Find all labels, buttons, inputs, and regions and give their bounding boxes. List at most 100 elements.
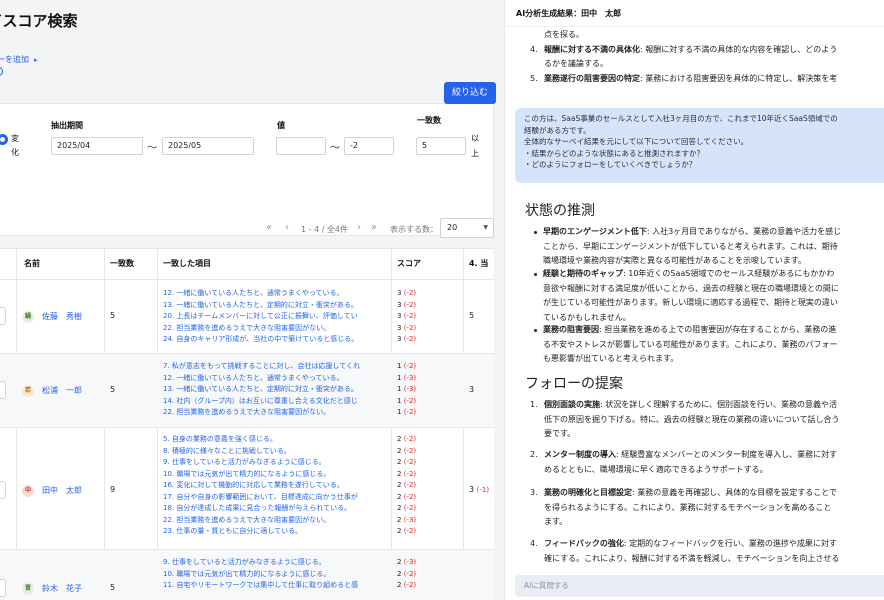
match-count: 5	[110, 385, 116, 394]
score-entry: 2 (-2)	[397, 581, 417, 589]
employee-name[interactable]: 松浦 一郎	[42, 385, 82, 396]
matched-item[interactable]: 13. 一緒に働いている人たちと、定期的に対立・衝突がある。	[163, 300, 389, 312]
ask-ai-input[interactable]: AIに質問する	[515, 575, 884, 597]
chevron-down-icon: ▼	[483, 224, 488, 231]
matched-item[interactable]: 7. 私が意志をもって挑戦することに対し、会社は応援してくれ	[163, 361, 389, 373]
state-bullet: 経験と期待のギャップ: 10年近くのSaaS領域でのセールス経験があるにもかかわ…	[534, 267, 884, 326]
col-header-items[interactable]: 一致した項目	[163, 249, 211, 279]
filter-chip[interactable]	[0, 67, 3, 76]
row-action-button[interactable]	[0, 481, 6, 499]
value-from-input[interactable]	[276, 137, 326, 155]
apply-filter-button[interactable]: 絞り込む	[444, 82, 496, 104]
col-header-name[interactable]: 名前	[24, 249, 40, 279]
matched-item[interactable]: 18. 自分が達成した成果に見合った報酬が与えられている。	[163, 503, 389, 515]
matched-item[interactable]: 14. 社内（グループ内）はお互いに尊重し合える文化だと感じ	[163, 396, 389, 408]
header-divider	[505, 26, 884, 27]
match-count-label: 一致数	[417, 116, 441, 125]
filter-panel: 変化 抽出期間 2025/04 〜 2025/05 値 〜 -2 一致数 5 以…	[0, 103, 494, 236]
match-count: 5	[110, 311, 116, 320]
q4-value: 5	[469, 311, 475, 320]
score-entry: 2 (-2)	[397, 492, 417, 501]
score-entry: 1 (-2)	[397, 362, 417, 370]
score-entry: 2 (-2)	[397, 458, 417, 466]
next-page-icon[interactable]: ›	[357, 222, 361, 233]
matched-item[interactable]: 24. 自身のキャリア形成が、当社の中で築けていると感じる。	[163, 334, 389, 346]
state-heading: 状態の推測	[525, 203, 595, 219]
follow-item: 1. 個別面談の実施: 状況を詳しく理解するために、個別面談を行い、業務の意義や活…	[530, 400, 840, 439]
matched-item[interactable]: 20. 上長はチームメンバーに対して公正に振舞い、評価してい	[163, 311, 389, 323]
matched-item[interactable]: 9. 仕事をしていると活力がみなぎるように感じる。	[163, 557, 389, 569]
score-list: 3 (-2) 3 (-2) 3 (-2) 3 (-2) 3 (-2)	[397, 288, 461, 346]
page-range: 1 - 4 / 全4件	[301, 225, 349, 234]
table-row[interactable]: 若 松浦 一郎 5 7. 私が意志をもって挑戦することに対し、会社は応援してくれ…	[0, 354, 494, 427]
avatar: 鍋	[22, 311, 34, 323]
bubble-line: ・結果からどのような状態にあると推測されますか？	[524, 148, 704, 158]
matched-item[interactable]: 17. 自分や自身の影響範囲において、目標達成に向かう仕事が	[163, 492, 389, 504]
row-action-button[interactable]	[0, 579, 6, 597]
match-count: 5	[110, 583, 116, 592]
per-page-value: 20	[447, 223, 458, 232]
score-entry: 2 (-3)	[397, 558, 417, 566]
ai-panel-title: AI分析生成結果：田中 太郎	[516, 9, 622, 18]
prior-answer-tail: 点を探る。	[544, 30, 584, 39]
bubble-line: 経験がある方です。	[524, 125, 591, 135]
col-header-count[interactable]: 一致数	[110, 249, 134, 279]
row-action-button[interactable]	[0, 381, 6, 399]
follow-heading: フォローの提案	[525, 376, 623, 392]
match-count: 9	[110, 485, 116, 494]
matched-item[interactable]: 8. 積極的に様々なことに挑戦している。	[163, 446, 389, 458]
table-row[interactable]: 鍋 佐藤 秀樹 5 12. 一緒に働いている人たちと、通常うまくやっている。 1…	[0, 280, 494, 353]
matched-items: 7. 私が意志をもって挑戦することに対し、会社は応援してくれ 12. 一緒に働い…	[163, 361, 389, 419]
matched-item[interactable]: 23. 仕事の量・質ともに自分に適している。	[163, 526, 389, 538]
bullet-dot	[534, 329, 537, 332]
change-radio[interactable]	[0, 134, 8, 145]
employee-name[interactable]: 田中 太郎	[42, 485, 82, 496]
follow-item: 4. フィードバックの強化: 定期的なフィードバックを行い、業務の進捗や成果に対す…	[530, 539, 840, 563]
matched-item[interactable]: 22. 担当業務を進めるうえで大きな阻害要因がない。	[163, 515, 389, 527]
match-count-input[interactable]: 5	[416, 137, 466, 155]
period-to-input[interactable]: 2025/05	[162, 137, 254, 155]
matched-item[interactable]: 13. 一緒に働いている人たちと、定期的に対立・衝突がある。	[163, 384, 389, 396]
add-filter-label: ーを追加	[0, 55, 29, 64]
follow-item: 3. 業務の明確化と目標設定: 業務の意義を再確認し、具体的な目標を設定することで…	[530, 488, 837, 527]
col-header-score[interactable]: スコア	[397, 249, 421, 279]
score-entry: 1 (-3)	[397, 373, 417, 382]
score-entry: 2 (-2)	[397, 446, 417, 455]
matched-item[interactable]: 22. 担当業務を進めるうえで大きな阻害要因がない。	[163, 323, 389, 335]
score-list: 1 (-2) 1 (-3) 1 (-3) 1 (-2) 1 (-2)	[397, 361, 461, 419]
first-page-icon[interactable]: «	[266, 222, 272, 233]
row-action-button[interactable]	[0, 307, 6, 325]
employee-name[interactable]: 佐藤 秀樹	[42, 311, 82, 322]
period-from-input[interactable]: 2025/04	[51, 137, 143, 155]
prior-answer-item: 4. 報酬に対する不満の具体化: 報酬に対する不満の具体的な内容を確認し、どのよう	[530, 44, 838, 54]
employee-name[interactable]: 鈴木 花子	[42, 583, 82, 594]
matched-item[interactable]: 5. 自身の業務の意義を強く感じる。	[163, 434, 389, 446]
avatar: 晋	[22, 583, 34, 595]
value-to-input[interactable]: -2	[344, 137, 394, 155]
col-header-q4[interactable]: 4. 当	[469, 249, 488, 279]
score-entry: 2 (-2)	[397, 469, 417, 478]
table-row[interactable]: 晋 鈴木 花子 5 9. 仕事をしていると活力がみなぎるように感じる。 10. …	[0, 550, 494, 600]
prev-page-icon[interactable]: ‹	[285, 222, 289, 233]
score-entry: 1 (-2)	[397, 408, 417, 416]
score-entry: 2 (-2)	[397, 435, 417, 443]
score-entry: 2 (-2)	[397, 527, 417, 535]
matched-item[interactable]: 12. 一緒に働いている人たちと、通常うまくやっている。	[163, 288, 389, 300]
bubble-line: 全体的なサーベイ結果を元にして以下について回答してください。	[524, 137, 749, 146]
results-table: 名前 一致数 一致した項目 スコア 4. 当 鍋 佐藤 秀樹 5 12. 一緒に…	[0, 248, 494, 600]
per-page-select[interactable]: 20 ▼	[440, 218, 494, 238]
matched-item[interactable]: 10. 職場では元気が出て精力的になるように感じる。	[163, 469, 389, 481]
matched-item[interactable]: 16. 変化に対して機動的に対応して業務を遂行している。	[163, 480, 389, 492]
prior-answer-list: 点を探る。 4. 報酬に対する不満の具体化: 報酬に対する不満の具体的な内容を確認…	[530, 28, 884, 87]
last-page-icon[interactable]: »	[371, 222, 377, 233]
matched-item[interactable]: 10. 職場では元気が出て精力的になるように感じる。	[163, 569, 389, 581]
add-filter-link[interactable]: ーを追加 ▸	[0, 54, 38, 65]
matched-item[interactable]: 11. 自宅やリモートワークでは集中して仕事に取り組めると感	[163, 580, 389, 592]
matched-items: 9. 仕事をしていると活力がみなぎるように感じる。 10. 職場では元気が出て精…	[163, 557, 389, 592]
table-row[interactable]: 中 田中 太郎 9 5. 自身の業務の意義を強く感じる。 8. 積極的に様々なこ…	[0, 428, 494, 549]
matched-item[interactable]: 22. 担当業務を進めるうえで大きな阻害要因がない。	[163, 407, 389, 419]
user-question-bubble: この方は、SaaS事業のセールスとして入社3ヶ月目の方で、これまで10年近くSa…	[515, 108, 884, 183]
matched-item[interactable]: 9. 仕事をしていると活力がみなぎるように感じる。	[163, 457, 389, 469]
search-panel: イスコア検索 ーを追加 ▸ 変化 抽出期間 2025/04 〜 2025/05 値…	[0, 0, 504, 600]
matched-item[interactable]: 12. 一緒に働いている人たちと、通常うまくやっている。	[163, 373, 389, 385]
